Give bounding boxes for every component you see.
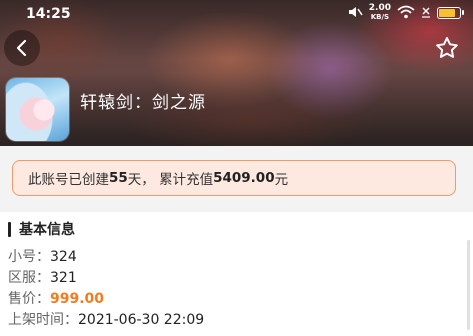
chevron-left-icon (16, 39, 27, 57)
price-label: 售价： (8, 291, 50, 307)
account-value: 324 (50, 249, 77, 265)
info-row-listed-time: 上架时间：2021-06-30 22:09 (8, 309, 204, 329)
mute-icon (347, 4, 363, 23)
account-label: 小号： (8, 249, 50, 265)
server-label: 区服： (8, 270, 50, 286)
wifi-icon (397, 4, 415, 23)
created-days: 55 (109, 170, 128, 186)
section-marker (8, 221, 11, 237)
notice-suffix: 元 (274, 172, 289, 188)
favorite-button[interactable] (433, 34, 461, 62)
listed-value: 2021-06-30 22:09 (78, 312, 205, 328)
listed-label: 上架时间： (8, 312, 78, 328)
info-row-account: 小号：324 (8, 246, 77, 266)
recharge-amount: 5409.00 (213, 170, 275, 186)
scrollbar[interactable] (467, 240, 470, 330)
star-outline-icon (436, 37, 458, 58)
status-time: 14:25 (26, 6, 71, 22)
section-title: 基本信息 (19, 222, 75, 238)
price-value: 999.00 (50, 291, 105, 307)
notice-middle: 天， 累计充值 (127, 172, 214, 188)
info-row-server: 区服：321 (8, 267, 77, 287)
network-speed: 2.00 KB/S (368, 3, 391, 22)
notice-area: 此账号已创建 55 天， 累计充值 5409.00 元 (0, 146, 473, 212)
notice-prefix: 此账号已创建 (28, 172, 109, 188)
game-icon (6, 78, 69, 141)
account-summary-banner: 此账号已创建 55 天， 累计充值 5409.00 元 (12, 160, 456, 196)
info-row-price: 售价：999.00 (8, 288, 104, 308)
game-title: 轩辕剑：剑之源 (80, 93, 206, 113)
battery-icon (437, 7, 464, 19)
section-basic-info: 基本信息 (8, 220, 75, 238)
no-signal-icon (421, 4, 431, 23)
status-icons: 2.00 KB/S (347, 3, 464, 23)
server-value: 321 (50, 270, 77, 286)
back-button[interactable] (4, 30, 40, 66)
